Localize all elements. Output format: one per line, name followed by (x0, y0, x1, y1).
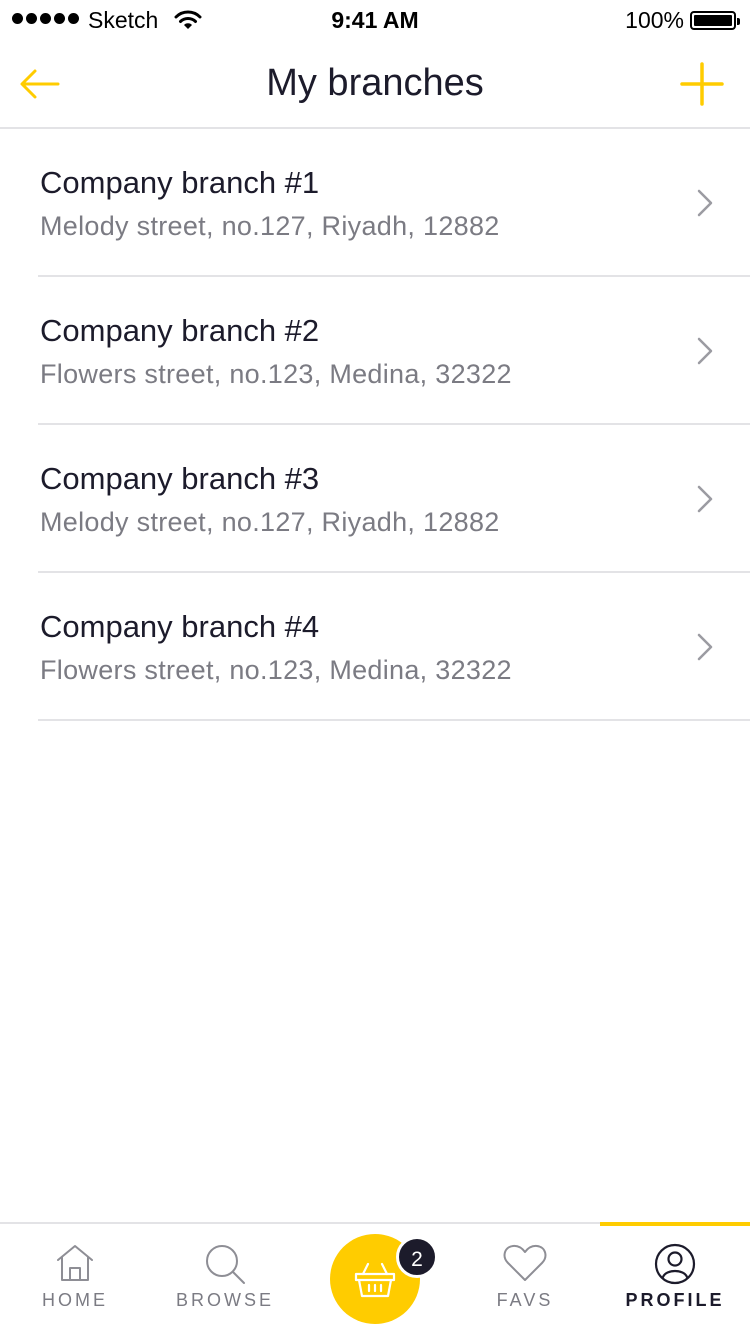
tab-label: FAVS (496, 1290, 554, 1310)
branch-address: Melody street, no.127, Riyadh, 12882 (40, 507, 500, 537)
add-branch-button[interactable] (676, 58, 728, 110)
tab-bar: HOME BROWSE 2 FAVS PROFILE (0, 1222, 750, 1334)
tab-profile[interactable]: PROFILE (600, 1222, 750, 1334)
branch-list-item[interactable]: Company branch #4 Flowers street, no.123… (38, 573, 750, 721)
branch-address: Flowers street, no.123, Medina, 32322 (40, 655, 512, 685)
branch-name: Company branch #1 (40, 165, 320, 200)
search-icon (206, 1245, 245, 1284)
tab-label: PROFILE (625, 1290, 725, 1310)
home-icon (57, 1245, 93, 1281)
chevron-right-icon (697, 189, 713, 217)
branch-list-item[interactable]: Company branch #3 Melody street, no.127,… (38, 425, 750, 573)
status-bar: Sketch 9:41 AM 100% (0, 0, 750, 40)
tab-label: HOME (42, 1290, 108, 1310)
navigation-bar: My branches (0, 40, 750, 129)
branch-name: Company branch #2 (40, 313, 320, 348)
heart-icon (503, 1244, 547, 1281)
cart-count-badge: 2 (396, 1236, 438, 1278)
basket-icon (354, 1262, 396, 1298)
page-title: My branches (266, 62, 484, 104)
tab-label: BROWSE (175, 1290, 274, 1310)
branch-name: Company branch #3 (40, 461, 320, 496)
user-icon (654, 1243, 696, 1285)
chevron-right-icon (697, 337, 713, 365)
battery-icon (690, 11, 740, 30)
tab-browse[interactable]: BROWSE (150, 1224, 300, 1334)
branch-address: Flowers street, no.123, Medina, 32322 (40, 359, 512, 389)
chevron-right-icon (697, 633, 713, 661)
battery-percentage: 100% (625, 7, 684, 33)
branch-address: Melody street, no.127, Riyadh, 12882 (40, 211, 500, 241)
branch-list: Company branch #1 Melody street, no.127,… (0, 129, 750, 721)
tab-favs[interactable]: FAVS (450, 1224, 600, 1334)
plus-icon (680, 62, 724, 106)
branch-list-item[interactable]: Company branch #2 Flowers street, no.123… (38, 277, 750, 425)
branch-list-item[interactable]: Company branch #1 Melody street, no.127,… (38, 129, 750, 277)
tab-home[interactable]: HOME (0, 1224, 150, 1334)
branch-name: Company branch #4 (40, 609, 320, 644)
chevron-right-icon (697, 485, 713, 513)
